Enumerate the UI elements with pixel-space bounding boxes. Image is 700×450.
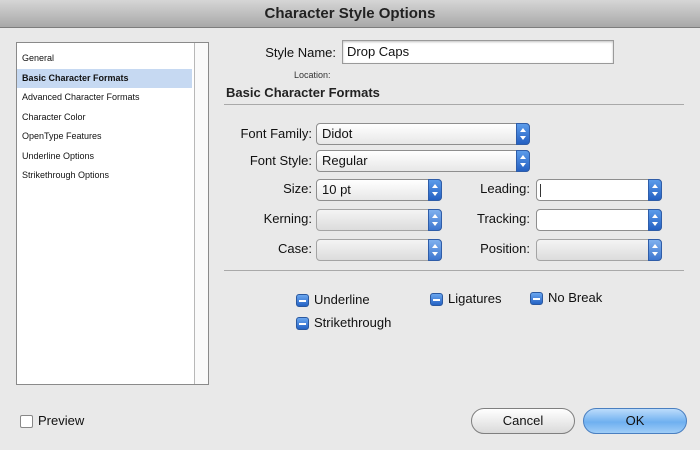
size-label: Size: (283, 181, 312, 196)
style-name-input[interactable]: Drop Caps (342, 40, 614, 64)
sidebar-item-advanced-character-formats[interactable]: Advanced Character Formats (17, 88, 192, 108)
size-combo[interactable]: 10 pt (316, 179, 442, 201)
ligatures-checkbox[interactable] (430, 293, 443, 306)
kerning-label: Kerning: (263, 211, 312, 226)
font-style-select[interactable]: Regular (316, 150, 530, 172)
case-select[interactable] (316, 239, 442, 261)
font-style-value: Regular (322, 153, 368, 168)
sidebar-item-strikethrough-options[interactable]: Strikethrough Options (17, 166, 192, 186)
no-break-checkbox[interactable] (530, 292, 543, 305)
tracking-label: Tracking: (477, 211, 530, 226)
font-family-label: Font Family: (240, 126, 312, 141)
dropdown-arrows-icon (648, 209, 662, 231)
leading-label: Leading: (480, 181, 530, 196)
dropdown-arrows-icon (428, 239, 442, 261)
dropdown-arrows-icon (516, 123, 530, 145)
sidebar-item-general[interactable]: General (17, 49, 192, 69)
style-name-label: Style Name: (265, 45, 336, 60)
location-label: Location: (294, 70, 331, 80)
tracking-combo[interactable] (536, 209, 662, 231)
text-cursor (540, 184, 541, 197)
dialog-body: General Basic Character Formats Advanced… (0, 28, 700, 450)
ok-button[interactable]: OK (583, 408, 687, 434)
sidebar-scrollbar[interactable] (194, 43, 208, 384)
strikethrough-checkbox[interactable] (296, 317, 309, 330)
underline-label: Underline (314, 292, 370, 307)
dropdown-arrows-icon (648, 179, 662, 201)
no-break-label: No Break (548, 290, 603, 305)
cancel-button[interactable]: Cancel (471, 408, 575, 434)
preview-label: Preview (38, 413, 85, 428)
dropdown-arrows-icon (428, 209, 442, 231)
dropdown-arrows-icon (428, 179, 442, 201)
font-family-select[interactable]: Didot (316, 123, 530, 145)
strikethrough-label: Strikethrough (314, 315, 392, 330)
underline-checkbox[interactable] (296, 294, 309, 307)
dropdown-arrows-icon (648, 239, 662, 261)
category-list[interactable]: General Basic Character Formats Advanced… (16, 42, 209, 385)
ligatures-label: Ligatures (448, 291, 502, 306)
leading-combo[interactable] (536, 179, 662, 201)
options-divider (224, 270, 684, 271)
sidebar-item-character-color[interactable]: Character Color (17, 108, 192, 128)
preview-checkbox[interactable] (20, 415, 33, 428)
dropdown-arrows-icon (516, 150, 530, 172)
sidebar-item-underline-options[interactable]: Underline Options (17, 147, 192, 167)
size-value: 10 pt (322, 182, 351, 197)
sidebar-item-basic-character-formats[interactable]: Basic Character Formats (17, 68, 192, 88)
window-title: Character Style Options (0, 0, 700, 28)
font-family-value: Didot (322, 126, 353, 141)
sidebar-item-opentype-features[interactable]: OpenType Features (17, 127, 192, 147)
section-title: Basic Character Formats (226, 85, 380, 100)
case-label: Case: (278, 241, 312, 256)
position-label: Position: (480, 241, 530, 256)
position-select[interactable] (536, 239, 662, 261)
kerning-combo[interactable] (316, 209, 442, 231)
section-divider (224, 104, 684, 105)
font-style-label: Font Style: (249, 153, 312, 168)
